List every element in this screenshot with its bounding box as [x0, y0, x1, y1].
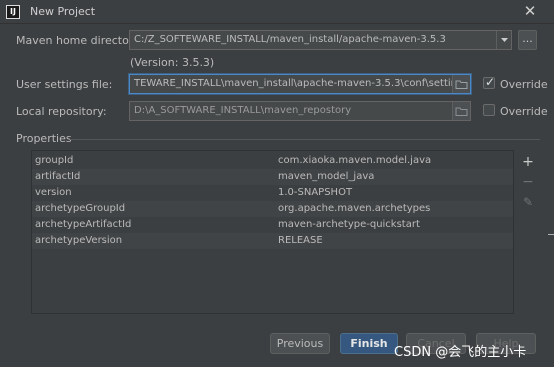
- table-row[interactable]: groupId com.xiaoka.maven.model.java: [32, 153, 513, 169]
- folder-icon: [455, 80, 468, 89]
- table-row[interactable]: archetypeArtifactId maven-archetype-quic…: [32, 217, 513, 233]
- property-key: groupId: [35, 155, 74, 166]
- property-value: org.apache.maven.archetypes: [278, 203, 431, 214]
- folder-icon: [455, 107, 468, 116]
- remove-property-icon[interactable]: −: [521, 175, 535, 189]
- maven-version-note: (Version: 3.5.3): [130, 56, 215, 69]
- property-value: RELEASE: [278, 235, 323, 246]
- properties-label: Properties: [16, 132, 72, 145]
- property-key: archetypeGroupId: [35, 203, 126, 214]
- table-row[interactable]: artifactId maven_model_java: [32, 169, 513, 185]
- close-icon[interactable]: ✕: [520, 2, 540, 20]
- local-repo-override-label: Override: [500, 105, 548, 118]
- table-row[interactable]: archetypeVersion RELEASE: [32, 233, 513, 249]
- property-key: artifactId: [35, 171, 81, 182]
- edge-marker: [548, 234, 554, 235]
- maven-home-dropdown[interactable]: [496, 31, 511, 49]
- property-key: version: [35, 187, 72, 198]
- local-repo-label: Local repository:: [16, 105, 107, 118]
- intellij-app-icon: IJ: [6, 5, 20, 19]
- properties-table[interactable]: groupId com.xiaoka.maven.model.java arti…: [31, 150, 514, 314]
- properties-divider: [70, 139, 540, 140]
- check-icon: ✓: [485, 75, 496, 89]
- local-repo-value: D:\A_SOFTWARE_INSTALL\maven_repostory: [134, 105, 352, 116]
- property-key: archetypeVersion: [35, 235, 123, 246]
- csdn-watermark: CSDN @会飞的主小卡: [394, 345, 527, 360]
- user-settings-override-label: Override: [500, 78, 548, 91]
- user-settings-override-checkbox[interactable]: ✓: [483, 75, 496, 89]
- maven-home-label: Maven home directory:: [16, 34, 143, 47]
- local-repo-browse-button[interactable]: [452, 102, 470, 120]
- previous-button-label: Previous: [276, 337, 324, 350]
- finish-button[interactable]: Finish: [340, 333, 398, 354]
- table-row[interactable]: version 1.0-SNAPSHOT: [32, 185, 513, 201]
- property-key: archetypeArtifactId: [35, 219, 132, 230]
- local-repo-field[interactable]: D:\A_SOFTWARE_INSTALL\maven_repostory: [129, 101, 471, 121]
- maven-home-browse-button[interactable]: ...: [518, 30, 537, 50]
- property-value: 1.0-SNAPSHOT: [278, 187, 353, 198]
- property-value: com.xiaoka.maven.model.java: [278, 155, 432, 166]
- property-value: maven_model_java: [278, 171, 375, 182]
- user-settings-label: User settings file:: [16, 78, 113, 91]
- maven-home-value: C:/Z_SOFTEWARE_INSTALL/maven_install/apa…: [134, 34, 446, 45]
- add-property-icon[interactable]: +: [521, 155, 535, 169]
- edit-property-icon[interactable]: ✎: [521, 195, 535, 209]
- chevron-down-icon: [501, 38, 508, 42]
- property-value: maven-archetype-quickstart: [278, 219, 420, 230]
- previous-button[interactable]: Previous: [270, 333, 330, 354]
- maven-home-combo[interactable]: C:/Z_SOFTEWARE_INSTALL/maven_install/apa…: [129, 30, 512, 50]
- window-title: New Project: [30, 5, 96, 18]
- user-settings-browse-button[interactable]: [452, 75, 470, 93]
- user-settings-field[interactable]: TEWARE_INSTALL\maven_install\apache-mave…: [129, 74, 471, 94]
- user-settings-value: TEWARE_INSTALL\maven_install\apache-mave…: [134, 78, 471, 89]
- finish-button-label: Finish: [350, 337, 388, 350]
- local-repo-override-checkbox[interactable]: [483, 104, 495, 116]
- table-row[interactable]: archetypeGroupId org.apache.maven.archet…: [32, 201, 513, 217]
